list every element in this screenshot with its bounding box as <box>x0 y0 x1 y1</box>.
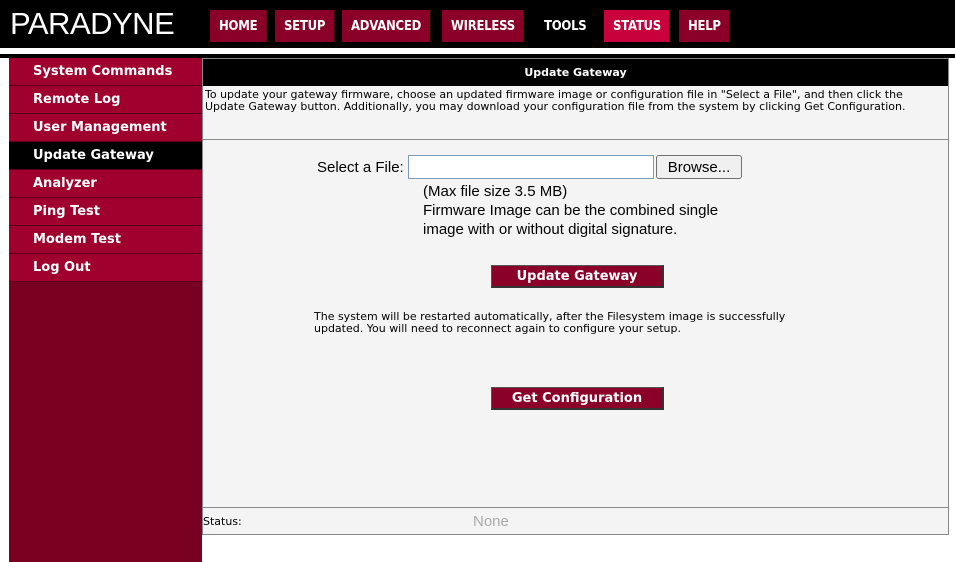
restart-note: The system will be restarted automatical… <box>314 310 786 335</box>
sidebar-item-ping-test[interactable]: Ping Test <box>0 198 202 226</box>
sidebar-item-analyzer[interactable]: Analyzer <box>0 170 202 198</box>
paradyne-logo: PARADYNE <box>10 6 175 41</box>
tab-tools[interactable]: TOOLS <box>535 10 596 42</box>
browse-button[interactable]: Browse... <box>655 155 743 179</box>
sidebar-item-user-management[interactable]: User Management <box>0 114 202 142</box>
status-label: Status: <box>203 514 242 528</box>
tab-home[interactable]: HOME <box>210 10 267 42</box>
header-bar: PARADYNE HOME SETUP ADVANCED WIRELESS TO… <box>0 0 955 48</box>
tab-wireless[interactable]: WIRELESS <box>442 10 524 42</box>
file-select-row: Select a File: Browse... <box>317 155 743 179</box>
sidebar-item-remote-log[interactable]: Remote Log <box>0 86 202 114</box>
intro-text: To update your gateway firmware, choose … <box>203 86 948 140</box>
firmware-note-line-2: image with or without digital signature. <box>423 221 678 238</box>
main-panel: Update Gateway To update your gateway fi… <box>202 58 949 535</box>
top-nav: HOME SETUP ADVANCED WIRELESS TOOLS STATU… <box>210 10 738 42</box>
sidebar-item-system-commands[interactable]: System Commands <box>0 58 202 86</box>
firmware-note-line-1: Firmware Image can be the combined singl… <box>423 202 719 219</box>
sidebar-gutter <box>0 58 9 562</box>
status-value: None <box>473 512 509 530</box>
tab-help[interactable]: HELP <box>679 10 731 42</box>
file-path-input[interactable] <box>407 155 654 179</box>
update-gateway-button[interactable]: Update Gateway <box>491 265 664 288</box>
tab-advanced[interactable]: ADVANCED <box>342 10 431 42</box>
status-bar: Status: None <box>203 507 948 534</box>
file-select-label: Select a File: <box>317 158 404 176</box>
sidebar: System Commands Remote Log User Manageme… <box>0 58 202 562</box>
tab-setup[interactable]: SETUP <box>274 10 334 42</box>
max-size-note: (Max file size 3.5 MB) <box>423 183 568 200</box>
sidebar-item-log-out[interactable]: Log Out <box>0 254 202 282</box>
sidebar-item-modem-test[interactable]: Modem Test <box>0 226 202 254</box>
page-title: Update Gateway <box>203 59 948 86</box>
sidebar-item-update-gateway[interactable]: Update Gateway <box>0 142 202 170</box>
get-configuration-button[interactable]: Get Configuration <box>491 387 664 410</box>
tab-status[interactable]: STATUS <box>604 10 671 42</box>
